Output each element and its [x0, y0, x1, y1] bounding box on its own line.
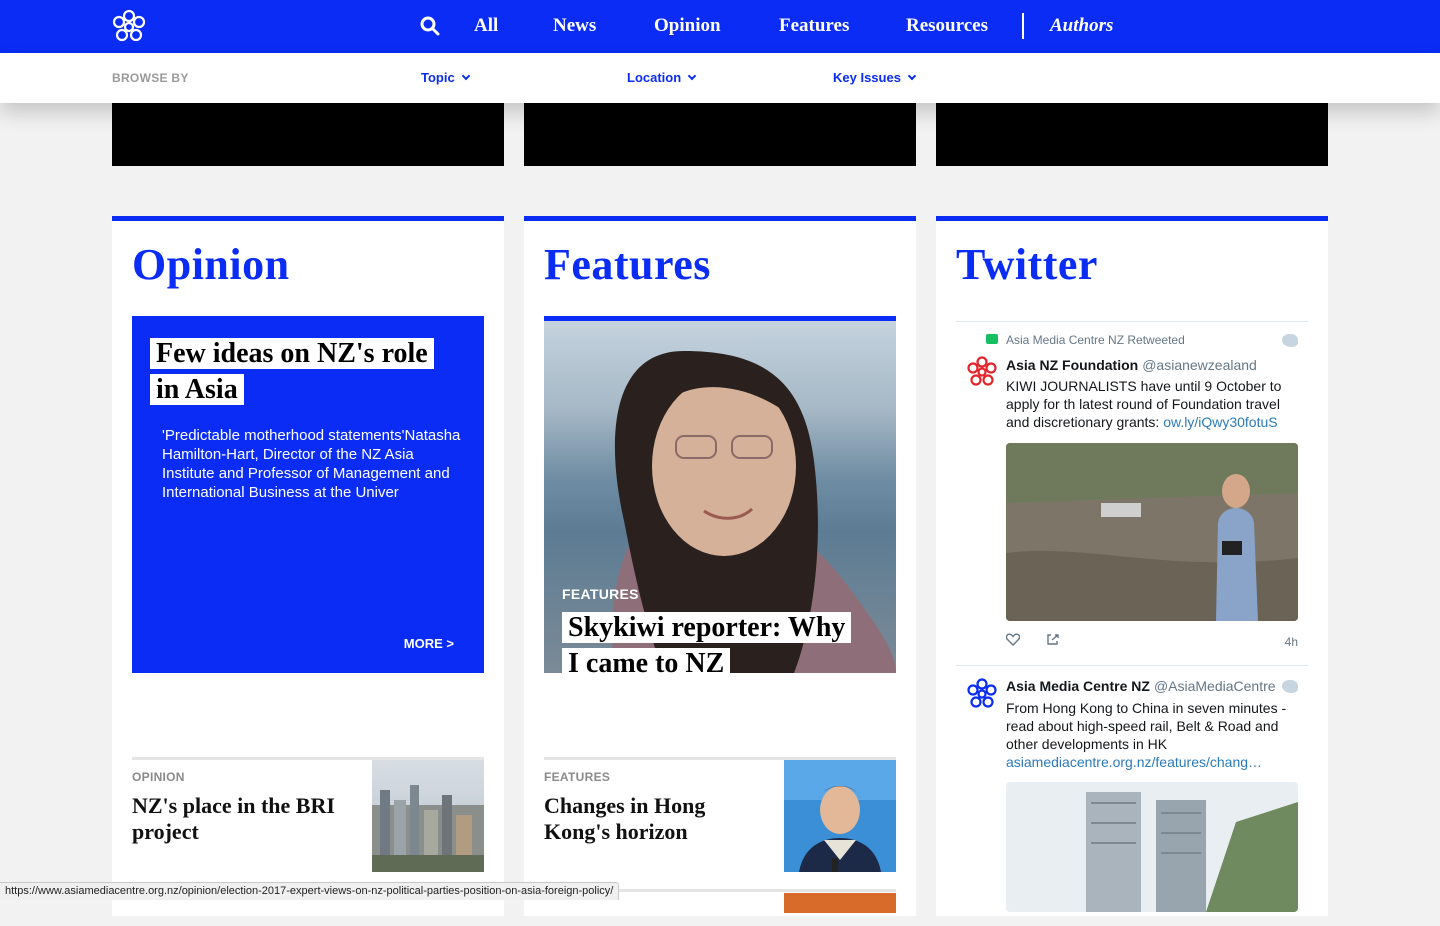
list-item[interactable]: OPINION NZ's place in the BRI project — [132, 757, 484, 872]
avatar[interactable] — [966, 356, 998, 388]
features-featured-headline[interactable]: Skykiwi reporter: Why I came to NZ — [562, 610, 892, 673]
browse-bar: BROWSE BY Topic Location Key Issues — [0, 53, 1440, 103]
item-title[interactable]: Changes in Hong Kong's horizon — [544, 793, 774, 845]
twitter-column: Twitter Asia Media Centre NZ Retweeted A… — [936, 216, 1328, 916]
portrait-thumbnail[interactable] — [784, 760, 896, 872]
more-link[interactable]: MORE > — [404, 636, 454, 651]
tweet-handle[interactable]: @asianewzealand — [1142, 357, 1257, 373]
browse-label: BROWSE BY — [112, 71, 189, 85]
retweet-context: Asia Media Centre NZ Retweeted — [1006, 333, 1185, 347]
list-item[interactable]: FEATURES Changes in Hong Kong's horizon — [544, 757, 896, 872]
city-thumbnail[interactable] — [372, 760, 484, 872]
twitter-heading[interactable]: Twitter — [956, 239, 1098, 290]
tweet-author[interactable]: Asia Media Centre NZ @AsiaMediaCentre — [1006, 678, 1276, 694]
opinion-featured-headline[interactable]: Few ideas on NZ's role in Asia — [150, 336, 470, 408]
tweet-photo[interactable] — [1006, 443, 1298, 621]
twitter-timeline: Asia Media Centre NZ Retweeted Asia NZ F… — [956, 321, 1308, 926]
features-heading[interactable]: Features — [544, 239, 711, 290]
status-bar-url: https://www.asiamediacentre.org.nz/opini… — [0, 882, 620, 900]
twitter-bird-icon[interactable] — [1282, 334, 1298, 347]
share-icon[interactable] — [1046, 633, 1060, 646]
logo-icon[interactable] — [110, 9, 148, 45]
tweet-photo[interactable] — [1006, 782, 1298, 912]
retweet-icon — [986, 334, 998, 344]
tweet-author[interactable]: Asia NZ Foundation @asianewzealand — [1006, 357, 1257, 373]
item-category: OPINION — [132, 770, 185, 784]
tweet-link[interactable]: asiamediacentre.org.nz/features/chang… — [1006, 754, 1262, 770]
tweet[interactable]: Asia Media Centre NZ Retweeted Asia NZ F… — [956, 322, 1308, 666]
item-category: FEATURES — [544, 770, 611, 784]
nav-resources[interactable]: Resources — [906, 15, 988, 37]
media-card[interactable] — [112, 103, 504, 166]
top-nav: All News Opinion Features Resources Auth… — [0, 0, 1440, 53]
opinion-column: Opinion Few ideas on NZ's role in Asia 'P… — [112, 216, 504, 916]
tweet[interactable]: Asia Media Centre NZ @AsiaMediaCentre Fro… — [956, 666, 1308, 926]
chevron-down-icon — [907, 71, 917, 81]
media-card[interactable] — [524, 103, 916, 166]
featured-category: FEATURES — [562, 586, 639, 602]
avatar[interactable] — [966, 678, 998, 710]
browse-topic-dropdown[interactable]: Topic — [421, 70, 470, 85]
tweet-text: KIWI JOURNALISTS have until 9 October to… — [1006, 378, 1282, 430]
browse-location-dropdown[interactable]: Location — [627, 70, 697, 85]
media-card[interactable] — [936, 103, 1328, 166]
nav-all[interactable]: All — [474, 15, 498, 37]
tweet-text: From Hong Kong to China in seven minutes… — [1006, 700, 1287, 770]
heart-icon[interactable] — [1006, 633, 1020, 646]
opinion-featured-card[interactable]: Few ideas on NZ's role in Asia 'Predictab… — [132, 316, 484, 673]
browse-key-issues-dropdown[interactable]: Key Issues — [833, 70, 917, 85]
features-featured-card[interactable]: FEATURES Skykiwi reporter: Why I came to … — [544, 316, 896, 673]
browse-topic-label: Topic — [421, 70, 455, 85]
tweet-handle[interactable]: @AsiaMediaCentre — [1154, 678, 1276, 694]
tweet-actions: 4h — [1006, 633, 1298, 649]
nav-authors[interactable]: Authors — [1050, 15, 1113, 37]
search-icon[interactable] — [420, 16, 440, 36]
chevron-down-icon — [461, 71, 470, 81]
twitter-bird-icon[interactable] — [1282, 680, 1298, 693]
opinion-heading[interactable]: Opinion — [132, 239, 290, 290]
nav-features[interactable]: Features — [779, 15, 849, 37]
browse-key-issues-label: Key Issues — [833, 70, 901, 85]
item-title[interactable]: NZ's place in the BRI project — [132, 793, 362, 845]
tweet-timestamp[interactable]: 4h — [1285, 635, 1298, 649]
opinion-featured-description: 'Predictable motherhood statements'Natas… — [162, 427, 461, 501]
nav-opinion[interactable]: Opinion — [654, 15, 721, 37]
chevron-down-icon — [687, 71, 697, 81]
tweet-link[interactable]: ow.ly/iQwy30fotuS — [1163, 414, 1277, 430]
browse-location-label: Location — [627, 70, 682, 85]
thumbnail-peek[interactable] — [784, 893, 896, 913]
nav-divider — [1022, 13, 1024, 39]
nav-news[interactable]: News — [553, 15, 596, 37]
features-column: Features FEATURES Skykiwi reporter: Why I… — [524, 216, 916, 916]
